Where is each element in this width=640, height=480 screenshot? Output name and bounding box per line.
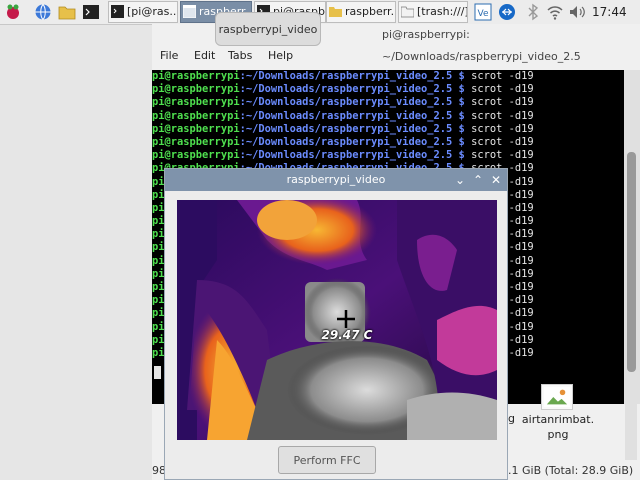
- command-text: scrot -d19: [464, 109, 534, 122]
- folder-icon: [329, 7, 342, 17]
- image-file-icon[interactable]: [541, 384, 573, 410]
- window-icon: [183, 5, 196, 18]
- menu-edit[interactable]: Edit: [194, 49, 215, 62]
- prompt-path: :~/Downloads/raspberrypi_video_2.5 $: [239, 83, 465, 96]
- prompt-path: :~/Downloads/raspberrypi_video_2.5 $: [239, 109, 465, 122]
- scrollbar-thumb[interactable]: [627, 152, 636, 372]
- prompt-user: pi@raspberrypi: [152, 70, 240, 82]
- file-manager-scrollbar[interactable]: [625, 382, 637, 460]
- vnc-icon[interactable]: Ve: [474, 3, 492, 21]
- command-text: scrot -d19: [464, 135, 534, 148]
- terminal-menubar: File Edit Tabs Help: [152, 46, 640, 66]
- prompt-user: pi@raspberrypi: [152, 122, 240, 135]
- taskbar-button-trash[interactable]: [trash:///]: [398, 1, 468, 23]
- terminal-line: pi@raspberrypi:~/Downloads/raspberrypi_v…: [152, 83, 624, 96]
- close-icon[interactable]: ✕: [489, 169, 503, 191]
- status-free-space: .1 GiB (Total: 28.9 GiB): [508, 464, 634, 477]
- menu-help[interactable]: Help: [268, 49, 293, 62]
- volume-icon[interactable]: [568, 3, 586, 21]
- temperature-readout: 29.47 C: [321, 328, 373, 342]
- file-manager-icon[interactable]: [58, 3, 76, 21]
- terminal-line: pi@raspberrypi:~/Downloads/raspberrypi_v…: [152, 136, 624, 149]
- terminal-icon: [111, 5, 124, 18]
- taskbar-button-label: raspberr...: [345, 5, 396, 18]
- menu-file[interactable]: File: [160, 49, 178, 62]
- crosshair-icon: [337, 310, 355, 328]
- prompt-user: pi@raspberrypi: [152, 96, 240, 109]
- menu-tabs[interactable]: Tabs: [228, 49, 252, 62]
- prompt-user: pi@raspberrypi: [152, 83, 240, 96]
- web-browser-icon[interactable]: [34, 3, 52, 21]
- prompt-path: :~/Downloads/raspberrypi_video_2.5 $: [239, 70, 465, 82]
- command-text: scrot -d19: [464, 70, 534, 82]
- command-text: scrot -d19: [464, 96, 534, 109]
- terminal-line: pi@raspberrypi:~/Downloads/raspberrypi_v…: [152, 123, 624, 136]
- prompt-path: :~/Downloads/raspberrypi_video_2.5 $: [239, 135, 465, 148]
- wifi-icon[interactable]: [546, 3, 564, 21]
- raspberry-menu-icon[interactable]: [4, 3, 22, 21]
- chevron-down-icon[interactable]: ⌄: [453, 169, 467, 191]
- video-window: raspberrypi_video ⌄ ⌃ ✕ 29.47 C Perform …: [164, 168, 508, 480]
- terminal-line: pi@raspberrypi:~/Downloads/raspberrypi_v…: [152, 96, 624, 109]
- remote-access-icon[interactable]: [498, 3, 516, 21]
- prompt-user: pi@raspberrypi: [152, 149, 240, 162]
- command-text: scrot -d19: [464, 149, 534, 162]
- terminal-line: pi@raspberrypi:~/Downloads/raspberrypi_v…: [152, 110, 624, 123]
- prompt-path: :~/Downloads/raspberrypi_video_2.5 $: [239, 122, 465, 135]
- thermal-camera-frame: 29.47 C: [177, 200, 497, 440]
- clock[interactable]: 17:44: [592, 0, 627, 24]
- perform-ffc-button[interactable]: Perform FFC: [278, 446, 376, 474]
- prompt-path: :~/Downloads/raspberrypi_video_2.5 $: [239, 96, 465, 109]
- terminal-line: pi@raspberrypi:~/Downloads/raspberrypi_v…: [152, 70, 624, 83]
- prompt-user: pi@raspberrypi: [152, 135, 240, 148]
- prompt-user: pi@raspberrypi: [152, 109, 240, 122]
- chevron-up-icon[interactable]: ⌃: [471, 169, 485, 191]
- file-label[interactable]: airtanrimbat.png: [520, 412, 596, 442]
- terminal-scrollbar[interactable]: [624, 70, 640, 404]
- bluetooth-icon[interactable]: [526, 3, 540, 21]
- command-text: scrot -d19: [464, 83, 534, 96]
- command-text: scrot -d19: [464, 122, 534, 135]
- tooltip: raspberrypi_video: [215, 12, 321, 46]
- svg-text:Ve: Ve: [478, 9, 489, 19]
- taskbar-button-terminal-1[interactable]: [pi@ras...: [108, 1, 178, 23]
- folder-icon: [401, 6, 414, 18]
- terminal-cursor: [154, 366, 161, 379]
- prompt-path: :~/Downloads/raspberrypi_video_2.5 $: [239, 149, 465, 162]
- taskbar-button-label: [pi@ras...: [127, 5, 178, 18]
- taskbar-button-folder[interactable]: raspberr...: [326, 1, 396, 23]
- terminal-launcher-icon[interactable]: [82, 3, 100, 21]
- file-label-partial: g: [508, 412, 515, 425]
- taskbar-button-label: [trash:///]: [417, 5, 468, 18]
- terminal-line: pi@raspberrypi:~/Downloads/raspberrypi_v…: [152, 149, 624, 162]
